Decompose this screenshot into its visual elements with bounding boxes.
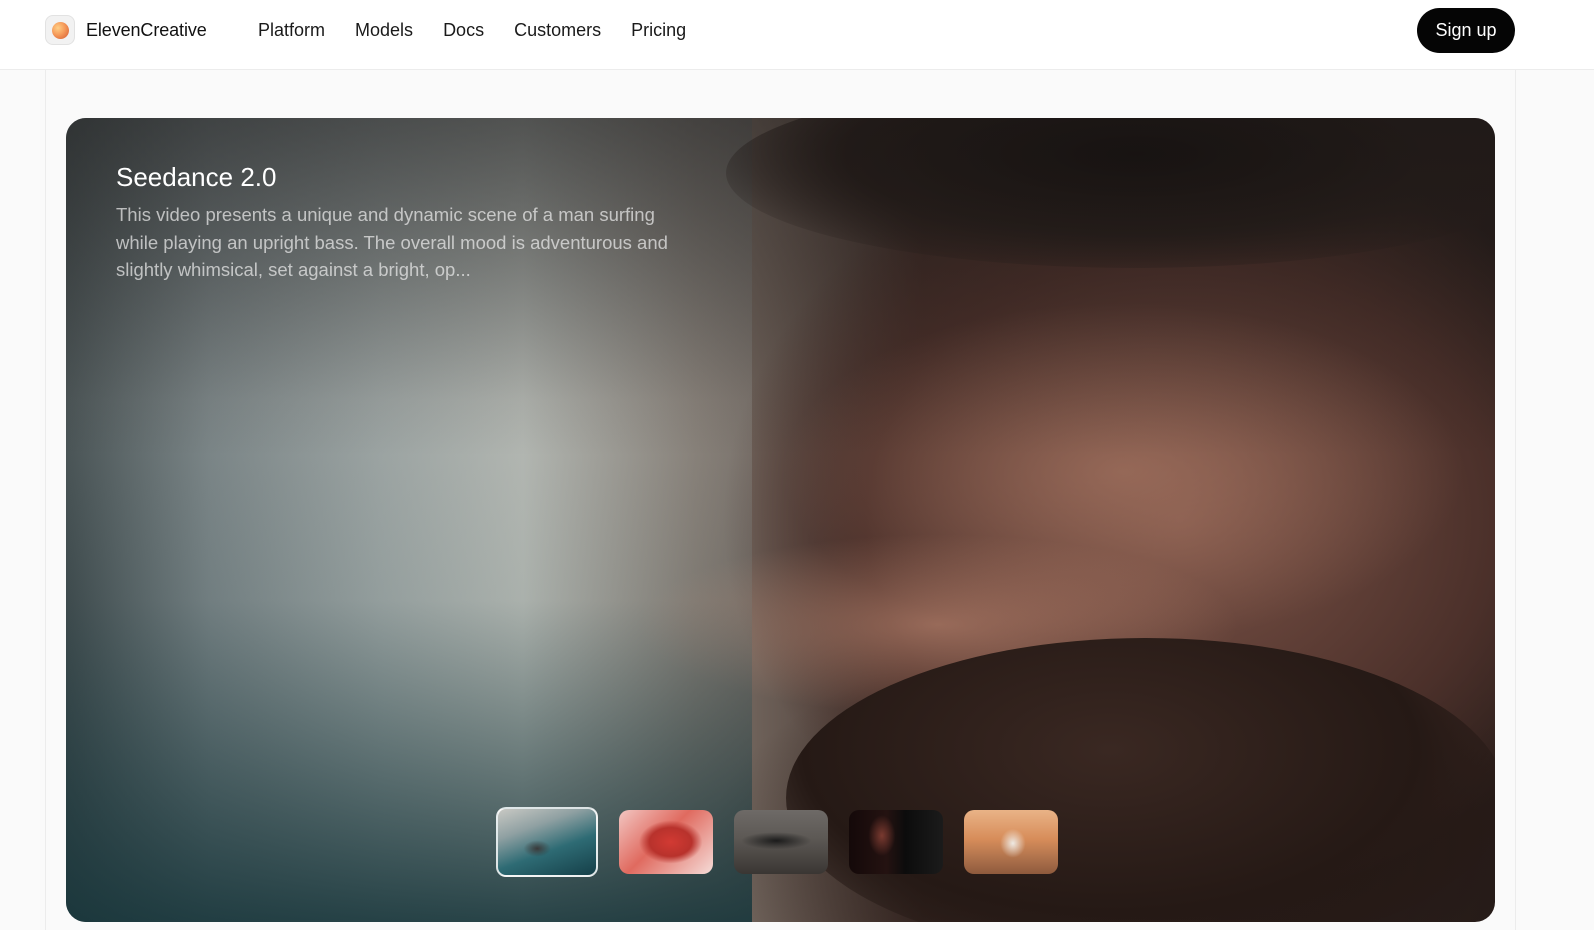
hero-title: Seedance 2.0 bbox=[116, 162, 277, 192]
brand[interactable]: ElevenCreative bbox=[45, 15, 207, 45]
orb-logo-icon bbox=[45, 15, 75, 45]
thumbnail-red-cube[interactable] bbox=[619, 810, 713, 874]
nav-item-docs[interactable]: Docs bbox=[443, 20, 484, 41]
top-navigation-bar: ElevenCreative Platform Models Docs Cust… bbox=[0, 0, 1594, 70]
hero-image-shape bbox=[726, 118, 1495, 268]
thumbnail-face-portrait[interactable] bbox=[849, 810, 943, 874]
thumbnail-surfer[interactable] bbox=[496, 807, 598, 877]
nav-item-platform[interactable]: Platform bbox=[258, 20, 325, 41]
sign-up-button[interactable]: Sign up bbox=[1417, 8, 1515, 53]
main-nav: Platform Models Docs Customers Pricing bbox=[258, 20, 686, 41]
nav-item-pricing[interactable]: Pricing bbox=[631, 20, 686, 41]
thumbnail-race-car[interactable] bbox=[734, 810, 828, 874]
hero-image-shape bbox=[786, 638, 1495, 922]
hero-description: This video presents a unique and dynamic… bbox=[116, 204, 668, 280]
video-thumbnail-strip bbox=[496, 807, 1058, 877]
nav-item-models[interactable]: Models bbox=[355, 20, 413, 41]
thumbnail-white-horse[interactable] bbox=[964, 810, 1058, 874]
hero-caption: Seedance 2.0 This video presents a uniqu… bbox=[116, 162, 676, 284]
brand-name: ElevenCreative bbox=[86, 19, 207, 40]
hero-video-player[interactable]: Seedance 2.0 This video presents a uniqu… bbox=[66, 118, 1495, 922]
nav-item-customers[interactable]: Customers bbox=[514, 20, 601, 41]
